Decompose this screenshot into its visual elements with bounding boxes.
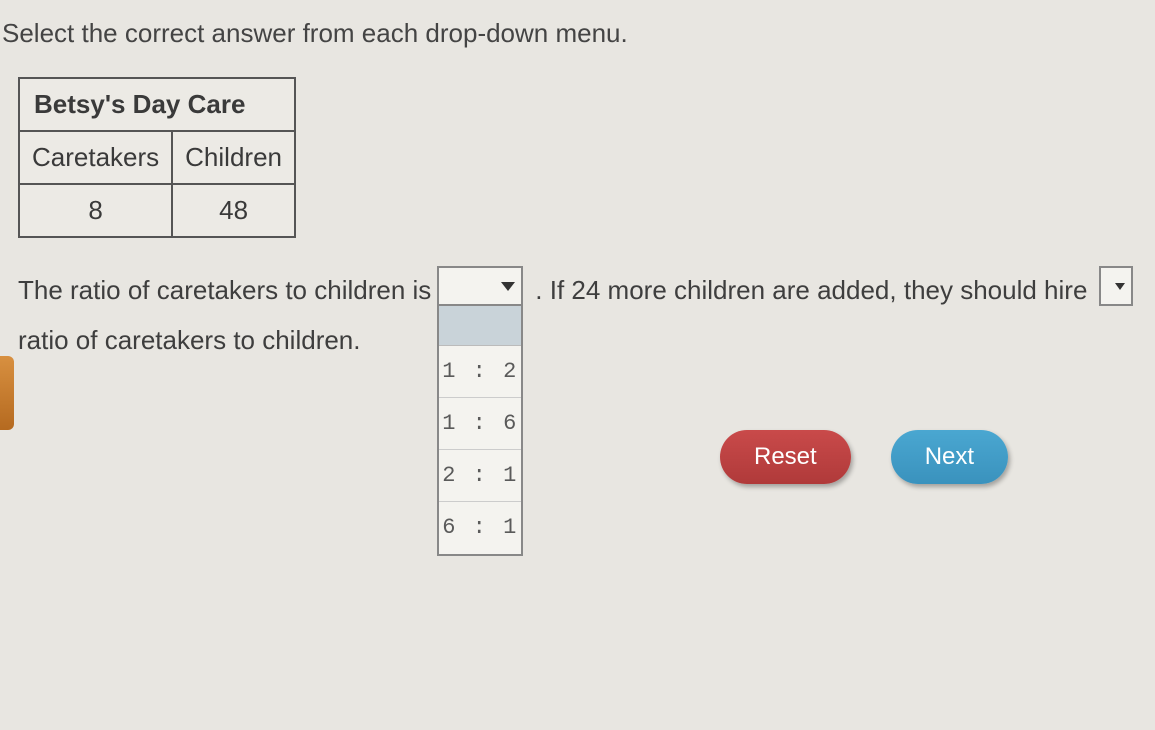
ratio-option-blank[interactable] (439, 306, 521, 346)
question-page: Select the correct answer from each drop… (0, 0, 1155, 730)
ratio-dropdown[interactable]: 1 : 2 1 : 6 2 : 1 6 : 1 (437, 266, 523, 306)
sentence-part1: The ratio of caretakers to children is (18, 266, 431, 314)
edge-decoration (0, 356, 14, 430)
table-title: Betsy's Day Care (19, 78, 295, 131)
table-cell-caretakers: 8 (19, 184, 172, 237)
table-cell-children: 48 (172, 184, 295, 237)
hire-dropdown[interactable] (1099, 266, 1133, 306)
reset-button[interactable]: Reset (720, 430, 851, 484)
ratio-option-2[interactable]: 1 : 6 (439, 398, 521, 450)
next-button[interactable]: Next (891, 430, 1008, 484)
ratio-dropdown-list: 1 : 2 1 : 6 2 : 1 6 : 1 (437, 306, 523, 556)
ratio-option-1[interactable]: 1 : 2 (439, 346, 521, 398)
data-table: Betsy's Day Care Caretakers Children 8 4… (18, 77, 296, 238)
sentence-part2: . If 24 more children are added, they sh… (535, 266, 1087, 314)
chevron-down-icon (1115, 283, 1125, 290)
table-header-children: Children (172, 131, 295, 184)
fill-in-sentence: The ratio of caretakers to children is 1… (18, 266, 1155, 364)
ratio-dropdown-box[interactable] (437, 266, 523, 306)
table-header-caretakers: Caretakers (19, 131, 172, 184)
ratio-option-4[interactable]: 6 : 1 (439, 502, 521, 554)
ratio-option-3[interactable]: 2 : 1 (439, 450, 521, 502)
sentence-part3: ratio of caretakers to children. (18, 316, 1155, 364)
button-row: Reset Next (720, 430, 1008, 484)
chevron-down-icon (501, 282, 515, 291)
instruction-text: Select the correct answer from each drop… (2, 18, 1155, 49)
hire-dropdown-box[interactable] (1099, 266, 1133, 306)
